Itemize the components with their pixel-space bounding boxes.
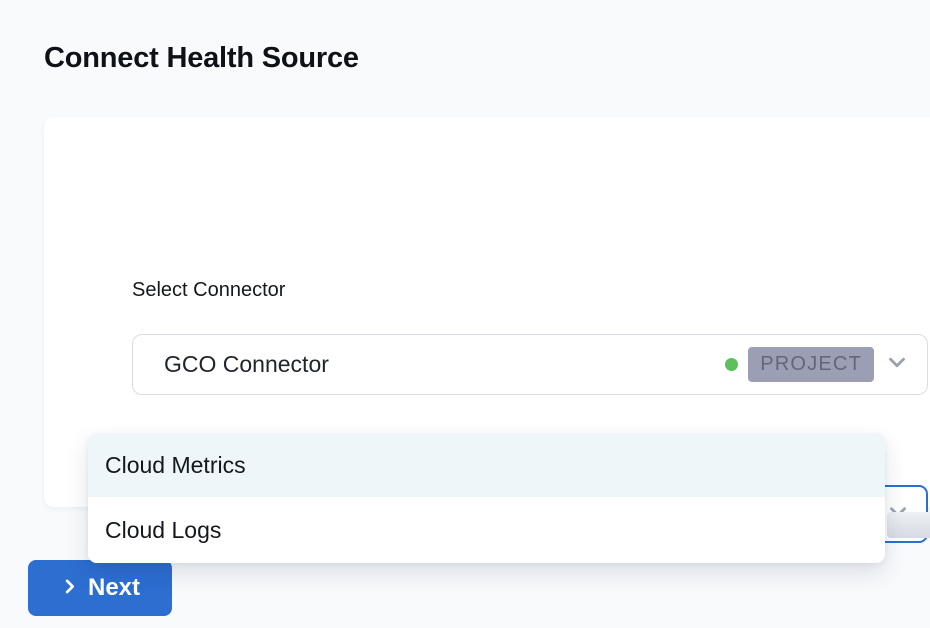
page-title: Connect Health Source (44, 42, 359, 75)
next-button[interactable]: Next (28, 560, 172, 616)
scrollbar-thumb-fragment[interactable] (887, 512, 930, 538)
next-button-label: Next (88, 574, 140, 602)
option-cloud-logs[interactable]: Cloud Logs (88, 497, 885, 563)
chevron-right-icon (60, 577, 79, 599)
connector-select[interactable]: GCO Connector PROJECT (132, 334, 928, 395)
connector-selected-value: GCO Connector (164, 351, 725, 378)
select-connector-label: Select Connector (132, 279, 285, 302)
feature-options-menu: Cloud Metrics Cloud Logs (88, 433, 885, 563)
chevron-down-icon (884, 349, 910, 380)
connector-meta: PROJECT (725, 347, 910, 382)
project-scope-badge: PROJECT (748, 347, 874, 382)
option-cloud-metrics[interactable]: Cloud Metrics (88, 433, 885, 497)
status-dot-icon (725, 358, 738, 371)
